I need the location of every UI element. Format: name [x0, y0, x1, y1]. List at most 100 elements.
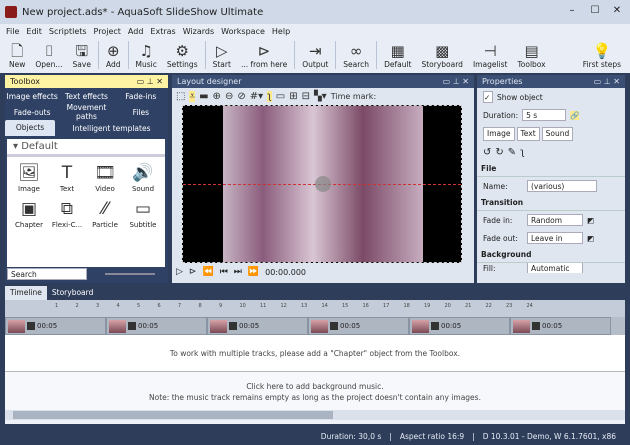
menu-file[interactable]: File [6, 27, 19, 36]
object-particle[interactable]: ⁄⁄ Particle [87, 197, 123, 229]
toolbar-toolbox-button[interactable]: ▤ Toolbox [517, 42, 545, 69]
toolbar-imagelist-button[interactable]: ⊣ Imagelist [473, 42, 508, 69]
menu-edit[interactable]: Edit [26, 27, 42, 36]
tab-objects[interactable]: Objects [5, 120, 55, 136]
minimize-button[interactable]: – [562, 5, 582, 16]
toolbar-add-button[interactable]: ⊕ Add [106, 42, 121, 69]
toolbar-firststeps-button[interactable]: 💡 First steps [583, 42, 621, 69]
transition-icon[interactable] [431, 322, 439, 330]
menu-workspace[interactable]: Workspace [221, 27, 265, 36]
rotate-left-icon[interactable]: ↺ [483, 147, 491, 158]
zoom-slider[interactable] [105, 273, 155, 275]
fade-in-select[interactable]: Random [527, 214, 583, 226]
object-video[interactable]: 🎞 Video [87, 161, 123, 193]
menu-add[interactable]: Add [128, 27, 144, 36]
snap-icon[interactable]: ⩡ [189, 90, 196, 102]
timeline-clip[interactable]: 00:05 [308, 317, 409, 335]
fade-in-preview-icon[interactable]: ◩ [587, 216, 594, 225]
rotate-right-icon[interactable]: ↻ [495, 147, 503, 158]
tab-image-effects[interactable]: Image effects [5, 92, 59, 101]
object-flexic[interactable]: ⧉ Flexi-C... [49, 197, 85, 229]
close-button[interactable]: ✕ [607, 5, 627, 16]
toolbar-search-button[interactable]: ∞ Search [343, 42, 369, 69]
timeline-clip[interactable]: 00:05 [409, 317, 510, 335]
show-object-checkbox[interactable]: ✓ [483, 91, 493, 103]
path-icon[interactable]: ʅ [267, 90, 272, 102]
fade-out-preview-icon[interactable]: ◩ [587, 234, 594, 243]
zoom-in-icon[interactable]: ⊕ [213, 91, 221, 102]
tab-files[interactable]: Files [114, 108, 168, 117]
previous-icon[interactable]: ⏮ [220, 267, 228, 277]
toolbar-fromhere-button[interactable]: ⊳... from here [241, 42, 287, 69]
menu-wizards[interactable]: Wizards [183, 27, 214, 36]
music-track[interactable]: Click here to add background music. Note:… [5, 372, 625, 410]
remove-icon[interactable]: ⊟ [302, 91, 310, 102]
path-icon[interactable]: ʅ [520, 147, 525, 158]
fill-select[interactable]: Automatic [527, 263, 583, 273]
forward-icon[interactable]: ⏩ [248, 267, 259, 277]
name-input[interactable]: (various) [527, 180, 597, 192]
rewind-icon[interactable]: ⏪ [202, 267, 213, 277]
panel-controls-icon[interactable]: ▭ ⊥ ✕ [443, 77, 469, 86]
transition-icon[interactable] [128, 322, 136, 330]
search-input[interactable]: Search [7, 268, 87, 280]
toolbar-settings-button[interactable]: ⚙ Settings [167, 42, 198, 69]
transition-icon[interactable] [27, 322, 35, 330]
add-icon[interactable]: ⊞ [289, 91, 297, 102]
panel-controls-icon[interactable]: ▭ ⊥ ✕ [137, 77, 163, 86]
fade-out-select[interactable]: Leave in plac [527, 232, 583, 244]
tab-intelligent-templates[interactable]: Intelligent templates [55, 124, 168, 133]
center-handle[interactable] [315, 176, 331, 192]
transition-icon[interactable] [229, 322, 237, 330]
tab-fade-outs[interactable]: Fade-outs [5, 108, 59, 117]
marker-icon[interactable]: ▚▾ [314, 91, 327, 102]
tab-movement-paths[interactable]: Movement paths [59, 103, 113, 121]
toolbar-start-button[interactable]: ▷ Start [213, 42, 231, 69]
object-subtitle[interactable]: ▭ Subtitle [125, 197, 161, 229]
menu-project[interactable]: Project [94, 27, 121, 36]
toolbar-storyboard-button[interactable]: ▩ Storyboard [421, 42, 462, 69]
next-icon[interactable]: ⏭ [234, 267, 242, 277]
guides-icon[interactable]: ▬ [199, 91, 208, 102]
object-image[interactable]: 🖼 Image [11, 161, 47, 193]
tab-storyboard[interactable]: Storyboard [47, 286, 98, 300]
timeline-clip[interactable]: 00:05 [5, 317, 106, 335]
grid-icon[interactable]: #▾ [250, 91, 263, 102]
timeline-clip[interactable]: 00:05 [106, 317, 207, 335]
toolbar-new-button[interactable]: 🗋 New [9, 42, 25, 69]
play-icon[interactable]: ▷ [176, 267, 183, 277]
menu-scriptlets[interactable]: Scriptlets [49, 27, 87, 36]
object-chapter[interactable]: ▣ Chapter [11, 197, 47, 229]
tab-image[interactable]: Image [483, 127, 515, 141]
preview-canvas[interactable] [182, 105, 462, 263]
select-icon[interactable]: ⬚ [176, 91, 185, 102]
timeline-ruler[interactable]: 1 2 3 4 5 6 7 8 9 10 11 12 13 14 15 16 17 18 19 20 21 22 23 24 [5, 300, 625, 317]
tab-text-effects[interactable]: Text effects [59, 92, 113, 101]
duration-input[interactable]: 5 s [522, 109, 567, 121]
toolbar-output-button[interactable]: ⇥ Output [302, 42, 328, 69]
tab-fade-ins[interactable]: Fade-ins [114, 92, 168, 101]
group-header[interactable]: ▾ Default [7, 139, 165, 157]
object-text[interactable]: T Text [49, 161, 85, 193]
menu-extras[interactable]: Extras [150, 27, 175, 36]
edit-icon[interactable]: ✎ [508, 147, 516, 158]
timeline-clip[interactable]: 00:05 [207, 317, 308, 335]
toolbar-music-button[interactable]: ♫ Music [136, 42, 157, 69]
menu-help[interactable]: Help [272, 27, 290, 36]
toolbar-default-button[interactable]: ▦ Default [384, 42, 411, 69]
object-sound[interactable]: 🔊 Sound [125, 161, 161, 193]
timeline-clip[interactable]: 00:05 [510, 317, 611, 335]
panel-controls-icon[interactable]: ▭ ⊥ ✕ [594, 77, 620, 86]
camera-icon[interactable]: ▭ [276, 91, 285, 102]
maximize-button[interactable]: ☐ [585, 5, 605, 16]
tab-timeline[interactable]: Timeline [5, 286, 47, 300]
zoom-out-icon[interactable]: ⊖ [225, 91, 233, 102]
zoom-fit-icon[interactable]: ⊘ [237, 91, 245, 102]
link-icon[interactable]: 🔗 [570, 110, 580, 120]
play-from-here-icon[interactable]: ⊳ [189, 267, 197, 277]
transition-icon[interactable] [330, 322, 338, 330]
toolbar-save-button[interactable]: 🖫 Save [73, 42, 91, 69]
tab-sound[interactable]: Sound [541, 127, 574, 141]
transition-icon[interactable] [532, 322, 540, 330]
toolbar-open-button[interactable]: ⌷ Open... [35, 42, 62, 69]
